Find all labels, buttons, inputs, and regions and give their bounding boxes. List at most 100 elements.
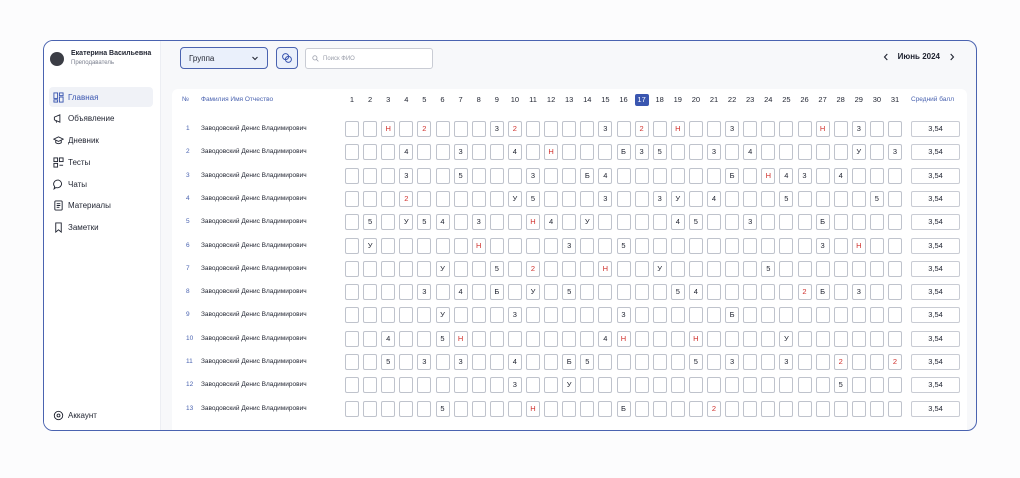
student-name[interactable]: Заводовский Денис Владимирович bbox=[201, 288, 307, 295]
grade-cell[interactable] bbox=[869, 121, 884, 137]
grade-cell[interactable] bbox=[888, 330, 902, 347]
grade-cell[interactable] bbox=[417, 144, 432, 161]
grade-cell[interactable] bbox=[471, 144, 486, 161]
grade-cell[interactable]: 5 bbox=[688, 354, 703, 370]
grade-cell[interactable] bbox=[345, 214, 359, 231]
grade-cell[interactable]: 3 bbox=[417, 284, 432, 301]
day-header[interactable]: 16 bbox=[617, 94, 631, 106]
grade-cell[interactable] bbox=[815, 354, 830, 370]
grade-cell[interactable]: 3 bbox=[797, 167, 812, 184]
student-name[interactable]: Заводовский Денис Владимирович bbox=[201, 335, 307, 342]
grade-cell[interactable] bbox=[381, 260, 396, 277]
grade-cell[interactable]: 5 bbox=[688, 214, 703, 231]
grade-cell[interactable] bbox=[725, 190, 740, 207]
grade-cell[interactable] bbox=[888, 237, 902, 254]
grade-cell[interactable] bbox=[363, 400, 378, 417]
grade-cell[interactable] bbox=[779, 144, 794, 161]
grade-cell[interactable] bbox=[815, 190, 830, 207]
grade-cell[interactable] bbox=[815, 144, 830, 161]
grade-cell[interactable]: У bbox=[562, 377, 577, 394]
grade-cell[interactable]: 2 bbox=[526, 260, 540, 277]
grade-cell[interactable] bbox=[833, 330, 848, 347]
grade-cell[interactable]: Н bbox=[544, 144, 559, 161]
account-button[interactable]: Аккаунт bbox=[53, 410, 97, 421]
grade-cell[interactable]: У bbox=[526, 284, 540, 301]
grade-cell[interactable] bbox=[707, 121, 721, 137]
grade-cell[interactable]: 5 bbox=[363, 214, 378, 231]
grade-cell[interactable] bbox=[489, 377, 504, 394]
grade-cell[interactable] bbox=[471, 400, 486, 417]
grade-cell[interactable] bbox=[888, 400, 902, 417]
grade-cell[interactable] bbox=[634, 377, 649, 394]
grade-cell[interactable] bbox=[634, 284, 649, 301]
grade-cell[interactable] bbox=[417, 167, 432, 184]
grade-cell[interactable] bbox=[562, 144, 577, 161]
grade-cell[interactable]: 4 bbox=[670, 214, 685, 231]
grade-cell[interactable] bbox=[435, 190, 450, 207]
grade-cell[interactable] bbox=[833, 144, 848, 161]
grade-cell[interactable] bbox=[598, 400, 613, 417]
grade-cell[interactable]: 3 bbox=[616, 307, 631, 324]
grade-cell[interactable] bbox=[797, 190, 812, 207]
grade-cell[interactable] bbox=[815, 260, 830, 277]
link-button[interactable] bbox=[276, 47, 298, 69]
grade-cell[interactable] bbox=[779, 307, 794, 324]
grade-cell[interactable] bbox=[743, 237, 758, 254]
grade-cell[interactable]: Н bbox=[598, 260, 613, 277]
grade-cell[interactable]: 3 bbox=[507, 377, 522, 394]
grade-cell[interactable] bbox=[381, 307, 396, 324]
grade-cell[interactable]: 3 bbox=[815, 237, 830, 254]
grade-cell[interactable] bbox=[797, 237, 812, 254]
grade-cell[interactable] bbox=[381, 400, 396, 417]
grade-cell[interactable] bbox=[417, 190, 432, 207]
grade-cell[interactable]: 3 bbox=[526, 167, 540, 184]
day-header[interactable]: 4 bbox=[399, 94, 413, 106]
grade-cell[interactable] bbox=[544, 167, 559, 184]
day-header[interactable]: 13 bbox=[562, 94, 576, 106]
sidebar-item-5[interactable]: Чаты bbox=[49, 174, 153, 194]
grade-cell[interactable] bbox=[562, 400, 577, 417]
grade-cell[interactable] bbox=[544, 400, 559, 417]
grade-cell[interactable] bbox=[725, 260, 740, 277]
grade-cell[interactable] bbox=[417, 237, 432, 254]
grade-cell[interactable] bbox=[652, 121, 667, 137]
grade-cell[interactable]: 2 bbox=[797, 284, 812, 301]
grade-cell[interactable] bbox=[399, 307, 414, 324]
grade-cell[interactable] bbox=[526, 377, 540, 394]
grade-cell[interactable]: 2 bbox=[833, 354, 848, 370]
grade-cell[interactable] bbox=[544, 190, 559, 207]
grade-cell[interactable] bbox=[869, 400, 884, 417]
grade-cell[interactable]: 4 bbox=[435, 214, 450, 231]
day-header[interactable]: 23 bbox=[743, 94, 757, 106]
grade-cell[interactable] bbox=[743, 260, 758, 277]
grade-cell[interactable] bbox=[725, 214, 740, 231]
grade-cell[interactable]: Н bbox=[670, 121, 685, 137]
grade-cell[interactable] bbox=[888, 377, 902, 394]
grade-cell[interactable]: 2 bbox=[417, 121, 432, 137]
grade-cell[interactable]: 5 bbox=[580, 354, 595, 370]
grade-cell[interactable] bbox=[761, 190, 776, 207]
grade-cell[interactable] bbox=[580, 237, 595, 254]
grade-cell[interactable] bbox=[598, 354, 613, 370]
grade-cell[interactable] bbox=[833, 190, 848, 207]
grade-cell[interactable]: У bbox=[670, 190, 685, 207]
grade-cell[interactable] bbox=[507, 284, 522, 301]
grade-cell[interactable] bbox=[489, 354, 504, 370]
grade-cell[interactable]: 5 bbox=[435, 330, 450, 347]
day-header[interactable]: 2 bbox=[363, 94, 377, 106]
grade-cell[interactable] bbox=[562, 190, 577, 207]
grade-cell[interactable] bbox=[363, 121, 378, 137]
grade-cell[interactable]: 3 bbox=[779, 354, 794, 370]
grade-cell[interactable] bbox=[670, 377, 685, 394]
grade-cell[interactable] bbox=[797, 260, 812, 277]
grade-cell[interactable] bbox=[833, 214, 848, 231]
grade-cell[interactable] bbox=[417, 307, 432, 324]
grade-cell[interactable] bbox=[562, 307, 577, 324]
grade-cell[interactable] bbox=[652, 284, 667, 301]
student-name[interactable]: Заводовский Денис Владимирович bbox=[201, 358, 307, 365]
student-name[interactable]: Заводовский Денис Владимирович bbox=[201, 218, 307, 225]
grade-cell[interactable]: 4 bbox=[833, 167, 848, 184]
grade-cell[interactable] bbox=[888, 121, 902, 137]
grade-cell[interactable] bbox=[562, 260, 577, 277]
grade-cell[interactable] bbox=[761, 307, 776, 324]
